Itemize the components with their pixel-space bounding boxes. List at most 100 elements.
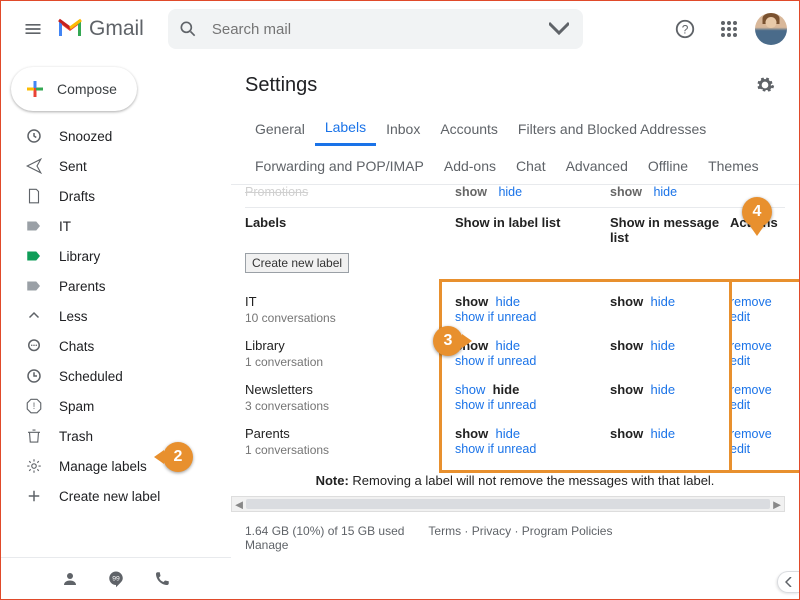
tab-themes[interactable]: Themes [698,152,769,182]
scroll-left-icon[interactable]: ◄ [232,497,246,511]
hide-link[interactable]: hide [493,382,520,397]
hide-link[interactable]: hide [495,338,520,353]
promo-hide2[interactable]: hide [653,185,677,199]
sidebar-item-chats[interactable]: Chats [1,331,231,361]
sidebar-item-trash[interactable]: Trash [1,421,231,451]
tab-labels[interactable]: Labels [315,113,376,146]
promo-hide[interactable]: hide [498,185,522,199]
edit-link[interactable]: edit [730,442,750,456]
show-link[interactable]: show [455,382,485,397]
search-options-button[interactable] [545,15,573,43]
show-if-unread-link[interactable]: show if unread [455,398,536,412]
settings-body: Promotions show hide show hide Labels Sh… [231,184,799,599]
settings-gear-button[interactable] [747,67,783,103]
row-promotions: Promotions show hide show hide [245,185,785,203]
plus-icon [25,487,43,505]
contacts-icon[interactable] [61,570,79,588]
scrollbar-thumb[interactable] [246,499,770,509]
sidebar-item-manage-labels[interactable]: Manage labels [1,451,231,481]
tab-inbox[interactable]: Inbox [376,115,430,145]
sidebar-item-label: IT [59,219,71,234]
sidebar-item-library[interactable]: Library [1,241,231,271]
tab-filters-and-blocked-addresses[interactable]: Filters and Blocked Addresses [508,115,716,145]
msg-show-link[interactable]: show [610,338,643,353]
phone-icon[interactable] [153,570,171,588]
sidebar-item-label: Sent [59,159,87,174]
tab-offline[interactable]: Offline [638,152,698,182]
remove-link[interactable]: remove [730,383,772,397]
remove-link[interactable]: remove [730,339,772,353]
sidebar-item-create-new-label[interactable]: Create new label [1,481,231,511]
label-name: Library [245,338,455,353]
sidebar-item-label: Library [59,249,100,264]
tab-chat[interactable]: Chat [506,152,556,182]
sidebar-item-drafts[interactable]: Drafts [1,181,231,211]
edit-link[interactable]: edit [730,398,750,412]
sidebar-item-snoozed[interactable]: Snoozed [1,121,231,151]
side-panel-toggle[interactable] [777,571,799,593]
chats-icon [25,337,43,355]
tab-accounts[interactable]: Accounts [430,115,508,145]
footer-link-program-policies[interactable]: Program Policies [522,524,613,538]
show-if-unread-link[interactable]: show if unread [455,442,536,456]
compose-button[interactable]: Compose [11,67,137,111]
search-bar[interactable] [168,9,583,49]
sidebar-item-spam[interactable]: !Spam [1,391,231,421]
sidebar-item-label: Drafts [59,189,95,204]
remove-link[interactable]: remove [730,427,772,441]
promo-show[interactable]: show [455,185,487,199]
msg-hide-link[interactable]: hide [650,294,675,309]
sidebar-item-label: Manage labels [59,459,147,474]
settings-tabs: GeneralLabelsInboxAccountsFilters and Bl… [231,109,799,184]
sidebar-item-parents[interactable]: Parents [1,271,231,301]
menu-button[interactable] [13,9,53,49]
scroll-right-icon[interactable]: ► [770,497,784,511]
msg-hide-link[interactable]: hide [650,382,675,397]
footer-link-privacy[interactable]: Privacy [472,524,511,538]
account-avatar[interactable] [755,13,787,45]
footer-link-terms[interactable]: Terms [428,524,461,538]
sidebar-item-it[interactable]: IT [1,211,231,241]
show-if-unread-link[interactable]: show if unread [455,310,536,324]
tab-forwarding-and-pop-imap[interactable]: Forwarding and POP/IMAP [245,152,434,182]
gear-icon [25,457,43,475]
create-new-label-button[interactable]: Create new label [245,253,349,273]
msg-hide-link[interactable]: hide [650,338,675,353]
sidebar: Compose Snoozed Sent Drafts IT Library Parent… [1,57,231,599]
remove-link[interactable]: remove [730,295,772,309]
label-name: Newsletters [245,382,455,397]
search-icon [178,19,198,39]
search-input[interactable] [198,21,545,38]
sidebar-item-less[interactable]: Less [1,301,231,331]
horizontal-scrollbar[interactable]: ◄ ► [231,496,785,512]
msg-show-link[interactable]: show [610,294,643,309]
msg-show-link[interactable]: show [610,426,643,441]
tab-advanced[interactable]: Advanced [556,152,638,182]
hangouts-icon[interactable]: 99 [107,570,125,588]
tab-general[interactable]: General [245,115,315,145]
removal-note: Note: Removing a label will not remove t… [245,463,785,494]
manage-storage-link[interactable]: Manage [245,538,288,552]
sidebar-item-sent[interactable]: Sent [1,151,231,181]
hide-link[interactable]: hide [495,294,520,309]
logo[interactable]: Gmail [57,17,144,41]
show-link[interactable]: show [455,426,488,441]
compose-plus-icon [23,77,47,101]
help-button[interactable]: ? [667,11,703,47]
sidebar-item-label: Chats [59,339,94,354]
msg-hide-link[interactable]: hide [650,426,675,441]
tab-add-ons[interactable]: Add-ons [434,152,506,182]
promo-show2[interactable]: show [610,185,642,199]
msg-show-link[interactable]: show [610,382,643,397]
edit-link[interactable]: edit [730,354,750,368]
show-link[interactable]: show [455,294,488,309]
hide-link[interactable]: hide [495,426,520,441]
apps-button[interactable] [711,11,747,47]
label-count: 1 conversations [245,443,455,457]
sidebar-item-scheduled[interactable]: Scheduled [1,361,231,391]
hamburger-icon [23,19,43,39]
show-if-unread-link[interactable]: show if unread [455,354,536,368]
edit-link[interactable]: edit [730,310,750,324]
sidebar-item-label: Scheduled [59,369,123,384]
sidebar-item-label: Spam [59,399,94,414]
